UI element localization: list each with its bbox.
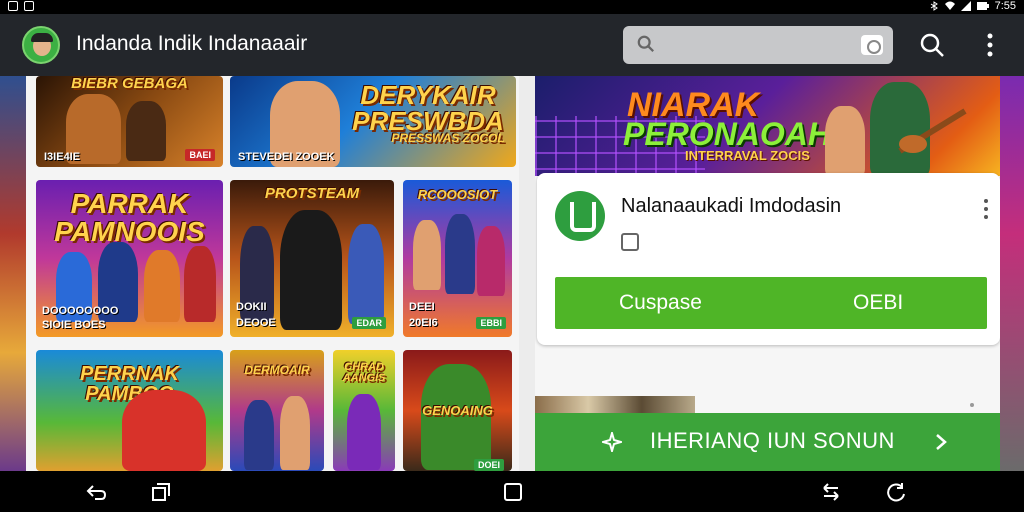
back-icon[interactable] bbox=[85, 482, 107, 502]
game-title: PROTSTEAM bbox=[264, 185, 360, 202]
banner-tagline: INTERRAVAL ZOCIS bbox=[685, 148, 810, 163]
game-title: DERMOAIR bbox=[244, 363, 310, 377]
background-edge bbox=[1000, 76, 1024, 471]
app-bar: Indanda Indik Indanaaair bbox=[0, 14, 1024, 76]
battery-icon bbox=[976, 2, 989, 10]
game-title: GENOAING bbox=[422, 403, 493, 418]
game-caption-2: SIOIE BOES bbox=[42, 319, 106, 331]
install-label: Cuspase bbox=[619, 291, 702, 314]
game-tile[interactable]: GENOAING DOEI bbox=[403, 350, 512, 471]
background-edge bbox=[0, 76, 26, 471]
game-tile[interactable]: RCOOOSIOT DEEI 20EI6 EBBI bbox=[403, 180, 512, 337]
more-options-button[interactable] bbox=[978, 32, 1002, 58]
rotate-icon[interactable] bbox=[820, 482, 842, 502]
card-more-button[interactable] bbox=[982, 197, 990, 221]
status-bar: 7:55 bbox=[0, 0, 1024, 14]
game-grid: BIEBR GEBAGA I3IE4IE BAEI DERYKAIR PRESW… bbox=[26, 76, 531, 471]
sparkle-icon bbox=[602, 432, 622, 452]
install-button[interactable]: Cuspase OEBI bbox=[555, 277, 987, 329]
pager-dot bbox=[970, 403, 974, 407]
app-info-icon bbox=[621, 233, 639, 251]
screenshot-strip[interactable] bbox=[535, 396, 695, 414]
game-badge: BAEI bbox=[185, 149, 215, 161]
game-tile[interactable]: DERYKAIR PRESWBDA PRESSWAS ZOCOL STEVEDE… bbox=[230, 76, 516, 167]
game-caption: DOKII bbox=[236, 301, 267, 313]
game-tile[interactable]: DERMOAIR bbox=[230, 350, 324, 471]
game-tile[interactable]: PERRNAK PAMBOO bbox=[36, 350, 223, 471]
featured-banner[interactable]: NIARAK PERONAOAH INTERRAVAL ZOCIS bbox=[535, 76, 1000, 176]
chevron-right-icon bbox=[936, 434, 947, 450]
featured-panel: NIARAK PERONAOAH INTERRAVAL ZOCIS Nalana… bbox=[535, 76, 1000, 471]
avatar[interactable] bbox=[22, 26, 60, 64]
game-title: DERYKAIR PRESWBDA bbox=[352, 80, 504, 136]
recents-icon[interactable] bbox=[150, 482, 172, 502]
wifi-icon bbox=[944, 1, 955, 10]
bluetooth-icon bbox=[930, 1, 938, 11]
notification-icon bbox=[24, 1, 34, 11]
page-title: Indanda Indik Indanaaair bbox=[76, 32, 308, 55]
search-button[interactable] bbox=[919, 32, 945, 58]
game-title: CHRAD AANGIS bbox=[342, 361, 386, 384]
app-icon bbox=[555, 191, 605, 241]
app-card: Nalanaaukadi Imdodasin Cuspase OEBI bbox=[537, 173, 1000, 345]
home-icon[interactable] bbox=[502, 482, 524, 502]
game-caption: I3IE4IE bbox=[44, 151, 81, 163]
cta-label: IHERIANQ IUN SONUN bbox=[650, 428, 895, 453]
game-tile[interactable]: PARRAK PAMNOOIS DOOOOOOOO SIOIE BOES bbox=[36, 180, 223, 337]
system-icons: 7:55 bbox=[929, 0, 1016, 12]
game-caption-2: DEOOE bbox=[236, 317, 276, 329]
search-icon bbox=[637, 35, 654, 52]
clock: 7:55 bbox=[994, 0, 1016, 12]
guitar-icon bbox=[898, 108, 967, 154]
install-size: OEBI bbox=[853, 291, 904, 314]
game-badge: EDAR bbox=[352, 317, 386, 329]
pane-divider bbox=[519, 76, 535, 471]
game-tile[interactable]: CHRAD AANGIS bbox=[333, 350, 395, 471]
system-nav-bar bbox=[0, 471, 1024, 512]
notification-icons bbox=[8, 1, 34, 11]
signal-icon bbox=[960, 1, 971, 11]
game-badge: EBBI bbox=[476, 317, 506, 329]
game-tile[interactable]: PROTSTEAM DOKII DEOOE EDAR bbox=[230, 180, 394, 337]
game-caption: DOOOOOOOO bbox=[42, 305, 119, 317]
game-title: BIEBR GEBAGA bbox=[71, 76, 188, 92]
game-badge: DOEI bbox=[473, 459, 504, 471]
game-caption: DEEI bbox=[409, 301, 435, 313]
game-tile[interactable]: BIEBR GEBAGA I3IE4IE BAEI bbox=[36, 76, 223, 167]
cta-button[interactable]: IHERIANQ IUN SONUN bbox=[535, 413, 1000, 471]
refresh-icon[interactable] bbox=[885, 482, 907, 502]
notification-icon bbox=[8, 1, 18, 11]
game-caption: STEVEDEI ZOOEK bbox=[238, 151, 335, 163]
app-name: Nalanaaukadi Imdodasin bbox=[621, 195, 842, 217]
game-caption-2: 20EI6 bbox=[409, 317, 438, 329]
search-input[interactable] bbox=[623, 26, 893, 64]
game-subtitle: PRESSWAS ZOCOL bbox=[391, 131, 505, 145]
game-title: RCOOOSIOT bbox=[417, 187, 498, 202]
camera-icon[interactable] bbox=[861, 35, 883, 55]
game-title: PARRAK PAMNOOIS bbox=[54, 188, 205, 247]
